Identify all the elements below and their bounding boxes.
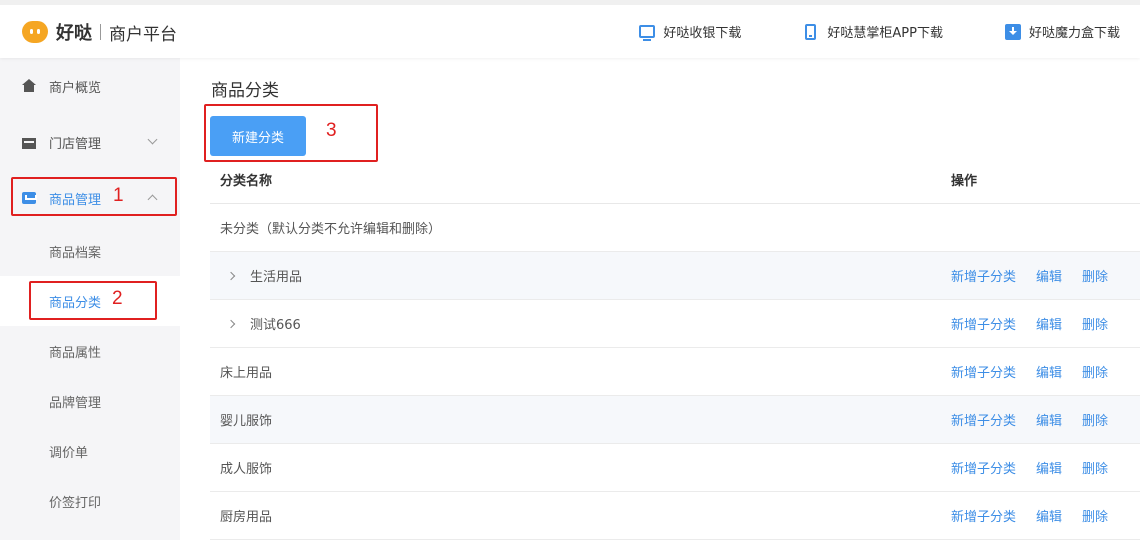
table-row: 婴儿服饰 新增子分类 编辑 删除 [210,396,1140,444]
add-child-link[interactable]: 新增子分类 [951,266,1016,285]
add-child-link[interactable]: 新增子分类 [951,410,1016,429]
monitor-icon [639,25,656,41]
delete-link[interactable]: 删除 [1082,362,1108,381]
row-actions: 新增子分类 编辑 删除 [951,444,1128,491]
add-child-link[interactable]: 新增子分类 [951,314,1016,333]
category-name: 婴儿服饰 [220,396,272,443]
add-child-link[interactable]: 新增子分类 [951,506,1016,525]
chevron-right-icon[interactable] [226,271,236,280]
table-row: 成人服饰 新增子分类 编辑 删除 [210,444,1140,492]
sidebar-item-store[interactable]: 门店管理 [0,114,180,170]
logo-icon [22,21,48,43]
edit-link[interactable]: 编辑 [1036,506,1062,525]
annotation-number-3: 3 [326,120,337,141]
sidebar-subitem-brand[interactable]: 品牌管理 [0,376,180,426]
category-name-text: 测试666 [250,318,301,333]
logo-brand: 好哒 [56,23,92,44]
sidebar-subitem-price-adjust[interactable]: 调价单 [0,426,180,476]
table-row: 床上用品 新增子分类 编辑 删除 [210,348,1140,396]
page-title: 商品分类 [211,81,279,101]
table-row: 厨房用品 新增子分类 编辑 删除 [210,492,1140,540]
category-name-text: 未分类（默认分类不允许编辑和删除） [220,222,442,237]
edit-link[interactable]: 编辑 [1036,410,1062,429]
delete-link[interactable]: 删除 [1082,266,1108,285]
column-header-op: 操作 [951,174,978,189]
sidebar-item-label: 商品管理 [49,192,102,208]
new-category-button[interactable]: 新建分类 [210,116,306,156]
sidebar-item-overview[interactable]: 商户概览 [0,58,180,114]
category-name-text: 婴儿服饰 [220,414,273,429]
delete-link[interactable]: 删除 [1082,314,1108,333]
chevron-up-icon [147,194,158,205]
phone-icon [805,23,817,40]
delete-link[interactable]: 删除 [1082,506,1108,525]
category-name: 测试666 [220,300,301,347]
row-actions: 新增子分类 编辑 删除 [951,300,1128,347]
category-table: 分类名称 操作 未分类（默认分类不允许编辑和删除） 生活用品 新增子分类 编辑 … [210,156,1140,540]
sidebar-subitem-category[interactable]: 商品分类 [0,276,180,326]
store-icon [22,137,36,149]
category-name-text: 厨房用品 [220,510,273,525]
logo-subtitle: 商户平台 [109,24,177,45]
sidebar-subitem-attribute[interactable]: 商品属性 [0,326,180,376]
edit-link[interactable]: 编辑 [1036,266,1062,285]
row-actions: 新增子分类 编辑 删除 [951,492,1128,539]
category-name-text: 生活用品 [250,270,303,285]
sidebar-subitem-archive[interactable]: 商品档案 [0,226,180,276]
sidebar-subitem-price-tag[interactable]: 价签打印 [0,476,180,526]
category-name: 床上用品 [220,348,272,395]
download-icon [1004,23,1021,40]
category-name-text: 床上用品 [220,366,273,381]
download-app-label: 好哒慧掌柜APP下载 [827,26,943,41]
download-box-label: 好哒魔力盒下载 [1028,26,1120,41]
category-name: 成人服饰 [220,444,272,491]
add-child-link[interactable]: 新增子分类 [951,458,1016,477]
edit-link[interactable]: 编辑 [1036,458,1062,477]
delete-link[interactable]: 删除 [1082,410,1108,429]
table-row: 未分类（默认分类不允许编辑和删除） [210,204,1140,252]
table-row: 生活用品 新增子分类 编辑 删除 [210,252,1140,300]
download-app-link[interactable]: 好哒慧掌柜APP下载 [803,22,943,41]
row-actions: 新增子分类 编辑 删除 [951,396,1128,443]
category-name: 厨房用品 [220,492,272,539]
annotation-number-2: 2 [112,288,123,309]
download-pos-label: 好哒收银下载 [663,26,742,41]
add-child-link[interactable]: 新增子分类 [951,362,1016,381]
row-actions: 新增子分类 编辑 删除 [951,348,1128,395]
download-pos-link[interactable]: 好哒收银下载 [639,22,741,41]
sidebar-item-goods[interactable]: 商品管理 [0,170,180,226]
edit-link[interactable]: 编辑 [1036,314,1062,333]
annotation-number-1: 1 [113,185,124,206]
logo[interactable]: 好哒 商户平台 [22,19,177,45]
sidebar-item-label: 商户概览 [49,80,102,96]
sidebar: 商户概览 门店管理 商品管理 商品档案 商品分类 商品属性 品牌管理 调价单 价… [0,58,180,540]
download-box-link[interactable]: 好哒魔力盒下载 [1004,22,1120,41]
home-icon [22,79,36,93]
header-links: 好哒收银下载 好哒慧掌柜APP下载 好哒魔力盒下载 [639,22,1120,41]
chevron-right-icon[interactable] [226,319,236,328]
category-name: 生活用品 [220,252,302,299]
goods-icon [22,192,37,204]
sidebar-item-label: 门店管理 [49,136,102,152]
chevron-down-icon [147,134,158,145]
table-row: 测试666 新增子分类 编辑 删除 [210,300,1140,348]
row-actions: 新增子分类 编辑 删除 [951,252,1128,299]
category-name-text: 成人服饰 [220,462,273,477]
column-header-name: 分类名称 [220,174,273,189]
delete-link[interactable]: 删除 [1082,458,1108,477]
category-name: 未分类（默认分类不允许编辑和删除） [220,204,441,251]
table-header: 分类名称 操作 [210,156,1140,204]
logo-separator [100,24,101,40]
top-header: 好哒 商户平台 好哒收银下载 好哒慧掌柜APP下载 好哒魔力盒下载 [0,0,1140,58]
edit-link[interactable]: 编辑 [1036,362,1062,381]
